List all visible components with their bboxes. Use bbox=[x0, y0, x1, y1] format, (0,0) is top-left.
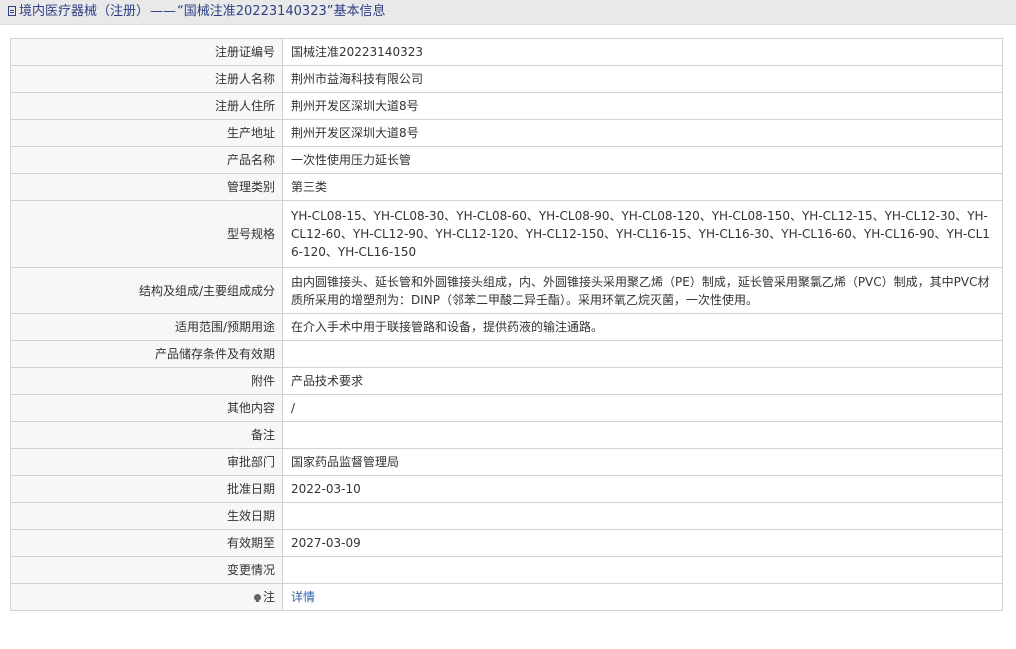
table-row: 批准日期 2022-03-10 bbox=[10, 475, 1003, 503]
row-label-structure-composition: 结构及组成/主要组成成分 bbox=[10, 267, 283, 314]
table-row: 注册人名称 荆州市益海科技有限公司 bbox=[10, 65, 1003, 93]
table-row: 生产地址 荆州开发区深圳大道8号 bbox=[10, 119, 1003, 147]
row-label-registration-number: 注册证编号 bbox=[10, 38, 283, 66]
row-label-change-status: 变更情况 bbox=[10, 556, 283, 584]
table-row: 适用范围/预期用途 在介入手术中用于联接管路和设备，提供药液的输注通路。 bbox=[10, 313, 1003, 341]
row-label-approval-date: 批准日期 bbox=[10, 475, 283, 503]
row-label-product-name: 产品名称 bbox=[10, 146, 283, 174]
row-label-other-content: 其他内容 bbox=[10, 394, 283, 422]
registration-info-table: 注册证编号 国械注准20223140323 注册人名称 荆州市益海科技有限公司 … bbox=[10, 38, 1003, 611]
table-row: 附件 产品技术要求 bbox=[10, 367, 1003, 395]
row-value-remarks bbox=[282, 421, 1003, 449]
row-value-intended-use: 在介入手术中用于联接管路和设备，提供药液的输注通路。 bbox=[282, 313, 1003, 341]
table-row: 结构及组成/主要组成成分 由内圆锥接头、延长管和外圆锥接头组成，内、外圆锥接头采… bbox=[10, 267, 1003, 314]
table-row: 管理类别 第三类 bbox=[10, 173, 1003, 201]
row-value-registration-number: 国械注准20223140323 bbox=[282, 38, 1003, 66]
row-value-approval-department: 国家药品监督管理局 bbox=[282, 448, 1003, 476]
section-title: 境内医疗器械（注册） bbox=[19, 4, 150, 19]
row-label-registrant-address: 注册人住所 bbox=[10, 92, 283, 120]
table-row: 注 详情 bbox=[10, 583, 1003, 611]
table-row: 变更情况 bbox=[10, 556, 1003, 584]
table-row: 产品名称 一次性使用压力延长管 bbox=[10, 146, 1003, 174]
table-row: 有效期至 2027-03-09 bbox=[10, 529, 1003, 557]
row-value-change-status bbox=[282, 556, 1003, 584]
table-row: 产品储存条件及有效期 bbox=[10, 340, 1003, 368]
row-value-production-address: 荆州开发区深圳大道8号 bbox=[282, 119, 1003, 147]
row-label-model-spec: 型号规格 bbox=[10, 200, 283, 268]
row-label-approval-department: 审批部门 bbox=[10, 448, 283, 476]
row-value-structure-composition: 由内圆锥接头、延长管和外圆锥接头组成，内、外圆锥接头采用聚乙烯（PE）制成，延长… bbox=[282, 267, 1003, 314]
row-value-attachment: 产品技术要求 bbox=[282, 367, 1003, 395]
row-value-valid-until: 2027-03-09 bbox=[282, 529, 1003, 557]
table-row: 注册证编号 国械注准20223140323 bbox=[10, 38, 1003, 66]
details-link[interactable]: 详情 bbox=[291, 590, 315, 604]
document-icon bbox=[8, 6, 16, 16]
page-header: 境内医疗器械（注册）——“国械注准20223140323”基本信息 bbox=[0, 0, 1016, 25]
row-label-management-class: 管理类别 bbox=[10, 173, 283, 201]
table-row: 审批部门 国家药品监督管理局 bbox=[10, 448, 1003, 476]
row-label-valid-until: 有效期至 bbox=[10, 529, 283, 557]
row-value-registrant-address: 荆州开发区深圳大道8号 bbox=[282, 92, 1003, 120]
row-label-note: 注 bbox=[10, 583, 283, 611]
row-value-storage-validity bbox=[282, 340, 1003, 368]
row-value-management-class: 第三类 bbox=[282, 173, 1003, 201]
table-row: 型号规格 YH-CL08-15、YH-CL08-30、YH-CL08-60、YH… bbox=[10, 200, 1003, 268]
row-value-note: 详情 bbox=[282, 583, 1003, 611]
row-label-effective-date: 生效日期 bbox=[10, 502, 283, 530]
row-label-attachment: 附件 bbox=[10, 367, 283, 395]
row-label-intended-use: 适用范围/预期用途 bbox=[10, 313, 283, 341]
row-value-other-content: / bbox=[282, 394, 1003, 422]
row-value-product-name: 一次性使用压力延长管 bbox=[282, 146, 1003, 174]
title-separator: —— bbox=[150, 4, 177, 19]
row-value-approval-date: 2022-03-10 bbox=[282, 475, 1003, 503]
row-value-registrant-name: 荆州市益海科技有限公司 bbox=[282, 65, 1003, 93]
row-label-storage-validity: 产品储存条件及有效期 bbox=[10, 340, 283, 368]
row-label-production-address: 生产地址 bbox=[10, 119, 283, 147]
bulb-icon bbox=[253, 594, 261, 602]
row-label-registrant-name: 注册人名称 bbox=[10, 65, 283, 93]
table-row: 其他内容 / bbox=[10, 394, 1003, 422]
record-title: “国械注准20223140323”基本信息 bbox=[177, 4, 386, 19]
table-row: 备注 bbox=[10, 421, 1003, 449]
note-label: 注 bbox=[262, 590, 275, 604]
table-row: 生效日期 bbox=[10, 502, 1003, 530]
row-value-effective-date bbox=[282, 502, 1003, 530]
row-value-model-spec: YH-CL08-15、YH-CL08-30、YH-CL08-60、YH-CL08… bbox=[282, 200, 1003, 268]
row-label-remarks: 备注 bbox=[10, 421, 283, 449]
table-row: 注册人住所 荆州开发区深圳大道8号 bbox=[10, 92, 1003, 120]
